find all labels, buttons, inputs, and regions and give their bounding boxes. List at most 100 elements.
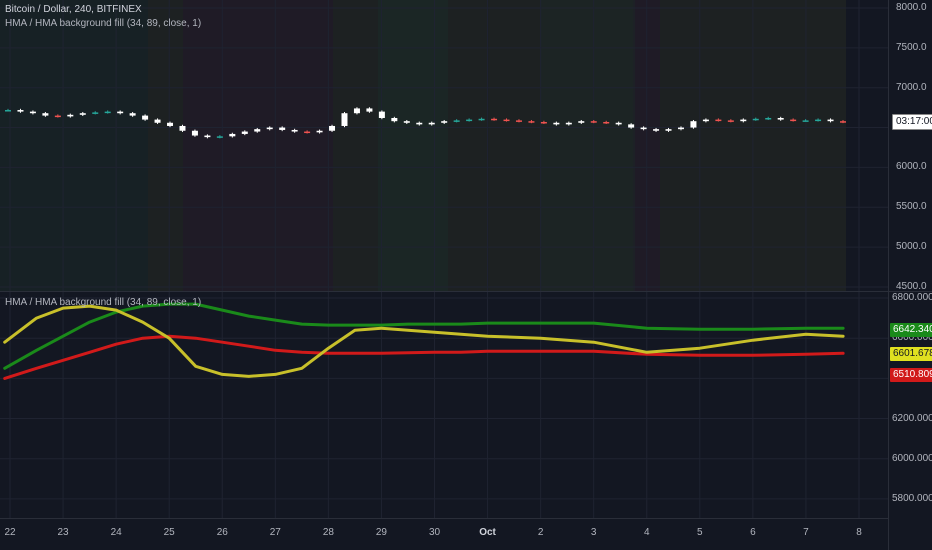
time-tick-label: 2 [537, 527, 544, 538]
candle-body [366, 108, 373, 112]
price-tick-label: 5000.0 [896, 241, 927, 253]
price-tick-label: 6000.0 [896, 161, 927, 173]
symbol-label[interactable]: Bitcoin / Dollar, 240, BITFINEX [5, 4, 142, 16]
candle-body [353, 108, 360, 114]
candle-body [316, 130, 323, 133]
main-indicator-label[interactable]: HMA / HMA background fill (34, 89, close… [5, 18, 201, 30]
price-tick-label: 4500.0 [896, 281, 927, 292]
candle-body [715, 119, 722, 122]
time-tick-label: 6 [750, 527, 756, 538]
candle-body [441, 121, 448, 123]
time-tick-label: 4 [643, 527, 650, 538]
candle-body [640, 127, 647, 130]
candle-body [690, 121, 697, 128]
candle-body [92, 112, 99, 114]
indicator-pane[interactable] [0, 292, 890, 519]
current-price-badge: 03:17:00 [892, 114, 932, 130]
candle-body [416, 122, 423, 125]
candle-body [42, 113, 49, 116]
indicator-tick-label: 6000.0000 [892, 452, 932, 464]
time-tick-label: 28 [322, 527, 334, 538]
candle-body [777, 117, 784, 120]
candle-body [590, 121, 597, 123]
candle-body [104, 111, 111, 114]
candle-body [827, 119, 834, 122]
time-tick-label: 22 [4, 527, 16, 538]
candle-body [491, 118, 498, 121]
candle-body [478, 118, 485, 121]
candle-body [428, 122, 435, 125]
candle-body [67, 114, 74, 117]
candle-body [241, 131, 248, 134]
candle-body [191, 130, 198, 136]
main-price-pane[interactable] [0, 0, 890, 291]
candle-body [304, 131, 311, 134]
candle-body [391, 117, 398, 122]
time-tick-label: 8 [856, 527, 862, 538]
candle-body [329, 125, 336, 131]
time-tick-label: 27 [269, 527, 281, 538]
candle-body [466, 119, 473, 122]
candle-body [790, 119, 797, 122]
candle-body [254, 129, 261, 132]
candle-body [528, 121, 535, 123]
time-tick-label: 26 [216, 527, 228, 538]
time-tick-label: 30 [428, 527, 441, 538]
candle-body [291, 129, 298, 132]
candle-body [29, 111, 36, 114]
candle-body [79, 113, 86, 115]
candle-body [815, 119, 822, 122]
candle-body [403, 121, 410, 123]
candle-body [54, 115, 61, 118]
candle-body [628, 124, 635, 128]
candle-body [740, 119, 747, 122]
candle-body [216, 136, 223, 138]
time-tick-label: 23 [57, 527, 69, 538]
candle-body [179, 125, 186, 131]
red-line-value-badge: 6510.8090 [890, 368, 932, 382]
candle-body [279, 127, 286, 130]
candle-body [540, 121, 547, 124]
green-line-value-badge: 6642.3405 [890, 323, 932, 337]
price-axis-border [888, 0, 889, 550]
candle-body [453, 120, 460, 122]
price-tick-label: 5500.0 [896, 201, 927, 213]
candle-body [129, 113, 136, 116]
candle-body [603, 121, 610, 124]
candle-body [117, 111, 124, 114]
time-tick-label: 3 [590, 527, 597, 538]
candle-body [142, 115, 149, 120]
candle-body [17, 110, 24, 112]
candle-body [515, 120, 522, 122]
candle-body [229, 133, 236, 137]
indicator-tick-label: 6200.0000 [892, 412, 932, 424]
time-tick-label: 7 [803, 527, 809, 538]
candle-body [802, 120, 809, 122]
candle-body [665, 129, 672, 131]
indicator-series-line-1 [3, 334, 845, 380]
indicator-tick-label: 5800.0000 [892, 492, 932, 504]
candle-body [702, 119, 709, 122]
time-tick-label: 29 [375, 527, 387, 538]
candle-body [565, 122, 572, 125]
candle-body [653, 129, 660, 131]
yellow-line-value-badge: 6601.6788 [890, 347, 932, 361]
candle-body [727, 120, 734, 122]
price-tick-label: 7000.0 [896, 81, 927, 93]
indicator-tick-label: 6800.0000 [892, 292, 932, 304]
candle-body [341, 113, 348, 126]
candle-body [378, 111, 385, 118]
time-tick-label: 5 [697, 527, 703, 538]
sub-indicator-label[interactable]: HMA / HMA background fill (34, 89, close… [5, 297, 201, 309]
candle-body [204, 135, 211, 138]
indicator-series-line-0 [3, 302, 845, 370]
candle-body [503, 119, 510, 122]
candle-body [266, 127, 273, 130]
candle-body [752, 118, 759, 121]
candle-body [677, 127, 684, 130]
time-tick-label: 24 [110, 527, 122, 538]
price-tick-label: 7500.0 [896, 41, 927, 53]
time-tick-label: 25 [163, 527, 175, 538]
candle-body [5, 110, 11, 112]
time-tick-label: Oct [479, 527, 496, 538]
